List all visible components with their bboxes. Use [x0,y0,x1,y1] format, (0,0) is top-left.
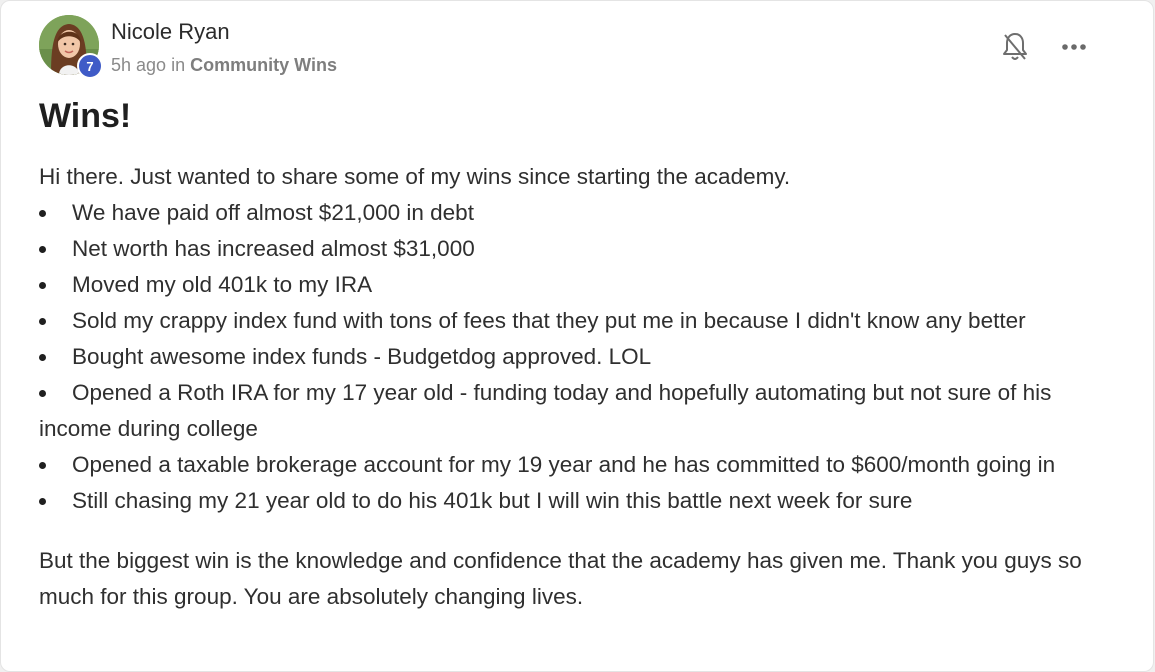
bullet-icon [39,462,46,469]
list-item: Still chasing my 21 year old to do his 4… [39,483,1119,519]
meta-in-word: in [171,55,186,75]
post-intro: Hi there. Just wanted to share some of m… [39,164,791,189]
list-item: Opened a taxable brokerage account for m… [39,447,1119,483]
bullet-icon [39,318,46,325]
list-item-text: Still chasing my 21 year old to do his 4… [72,488,913,513]
category-link[interactable]: Community Wins [190,55,337,75]
post-meta: 5h ago in Community Wins [111,55,337,76]
bullet-icon [39,282,46,289]
wins-list: We have paid off almost $21,000 in debt … [39,195,1119,519]
bullet-icon [39,246,46,253]
list-item: Sold my crappy index fund with tons of f… [39,303,1119,339]
list-item-text: Moved my old 401k to my IRA [72,272,373,297]
bullet-icon [39,498,46,505]
list-item-text: Net worth has increased almost $31,000 [72,236,475,261]
list-item: Opened a Roth IRA for my 17 year old - f… [39,375,1119,447]
post-card: 7 Nicole Ryan 5h ago in Community Wins W… [0,0,1154,672]
list-item-text: Opened a taxable brokerage account for m… [72,452,1056,477]
list-item-text: Opened a Roth IRA for my 17 year old - f… [39,380,1052,441]
level-badge: 7 [77,53,103,79]
list-item: Net worth has increased almost $31,000 [39,231,1119,267]
post-closing: But the biggest win is the knowledge and… [39,548,1082,609]
list-item: Moved my old 401k to my IRA [39,267,1119,303]
bullet-icon [39,390,46,397]
more-horizontal-icon[interactable] [1059,35,1089,59]
list-item: Bought awesome index funds - Budgetdog a… [39,339,1119,375]
bullet-icon [39,210,46,217]
bell-off-icon[interactable] [1001,31,1029,63]
list-item-text: We have paid off almost $21,000 in debt [72,200,474,225]
bullet-icon [39,354,46,361]
list-item: We have paid off almost $21,000 in debt [39,195,1119,231]
post-title: Wins! [39,97,132,135]
author-name[interactable]: Nicole Ryan [111,19,230,45]
list-item-text: Bought awesome index funds - Budgetdog a… [72,344,652,369]
post-body: Hi there. Just wanted to share some of m… [39,159,1119,615]
post-time: 5h ago [111,55,167,75]
list-item-text: Sold my crappy index fund with tons of f… [72,308,1026,333]
